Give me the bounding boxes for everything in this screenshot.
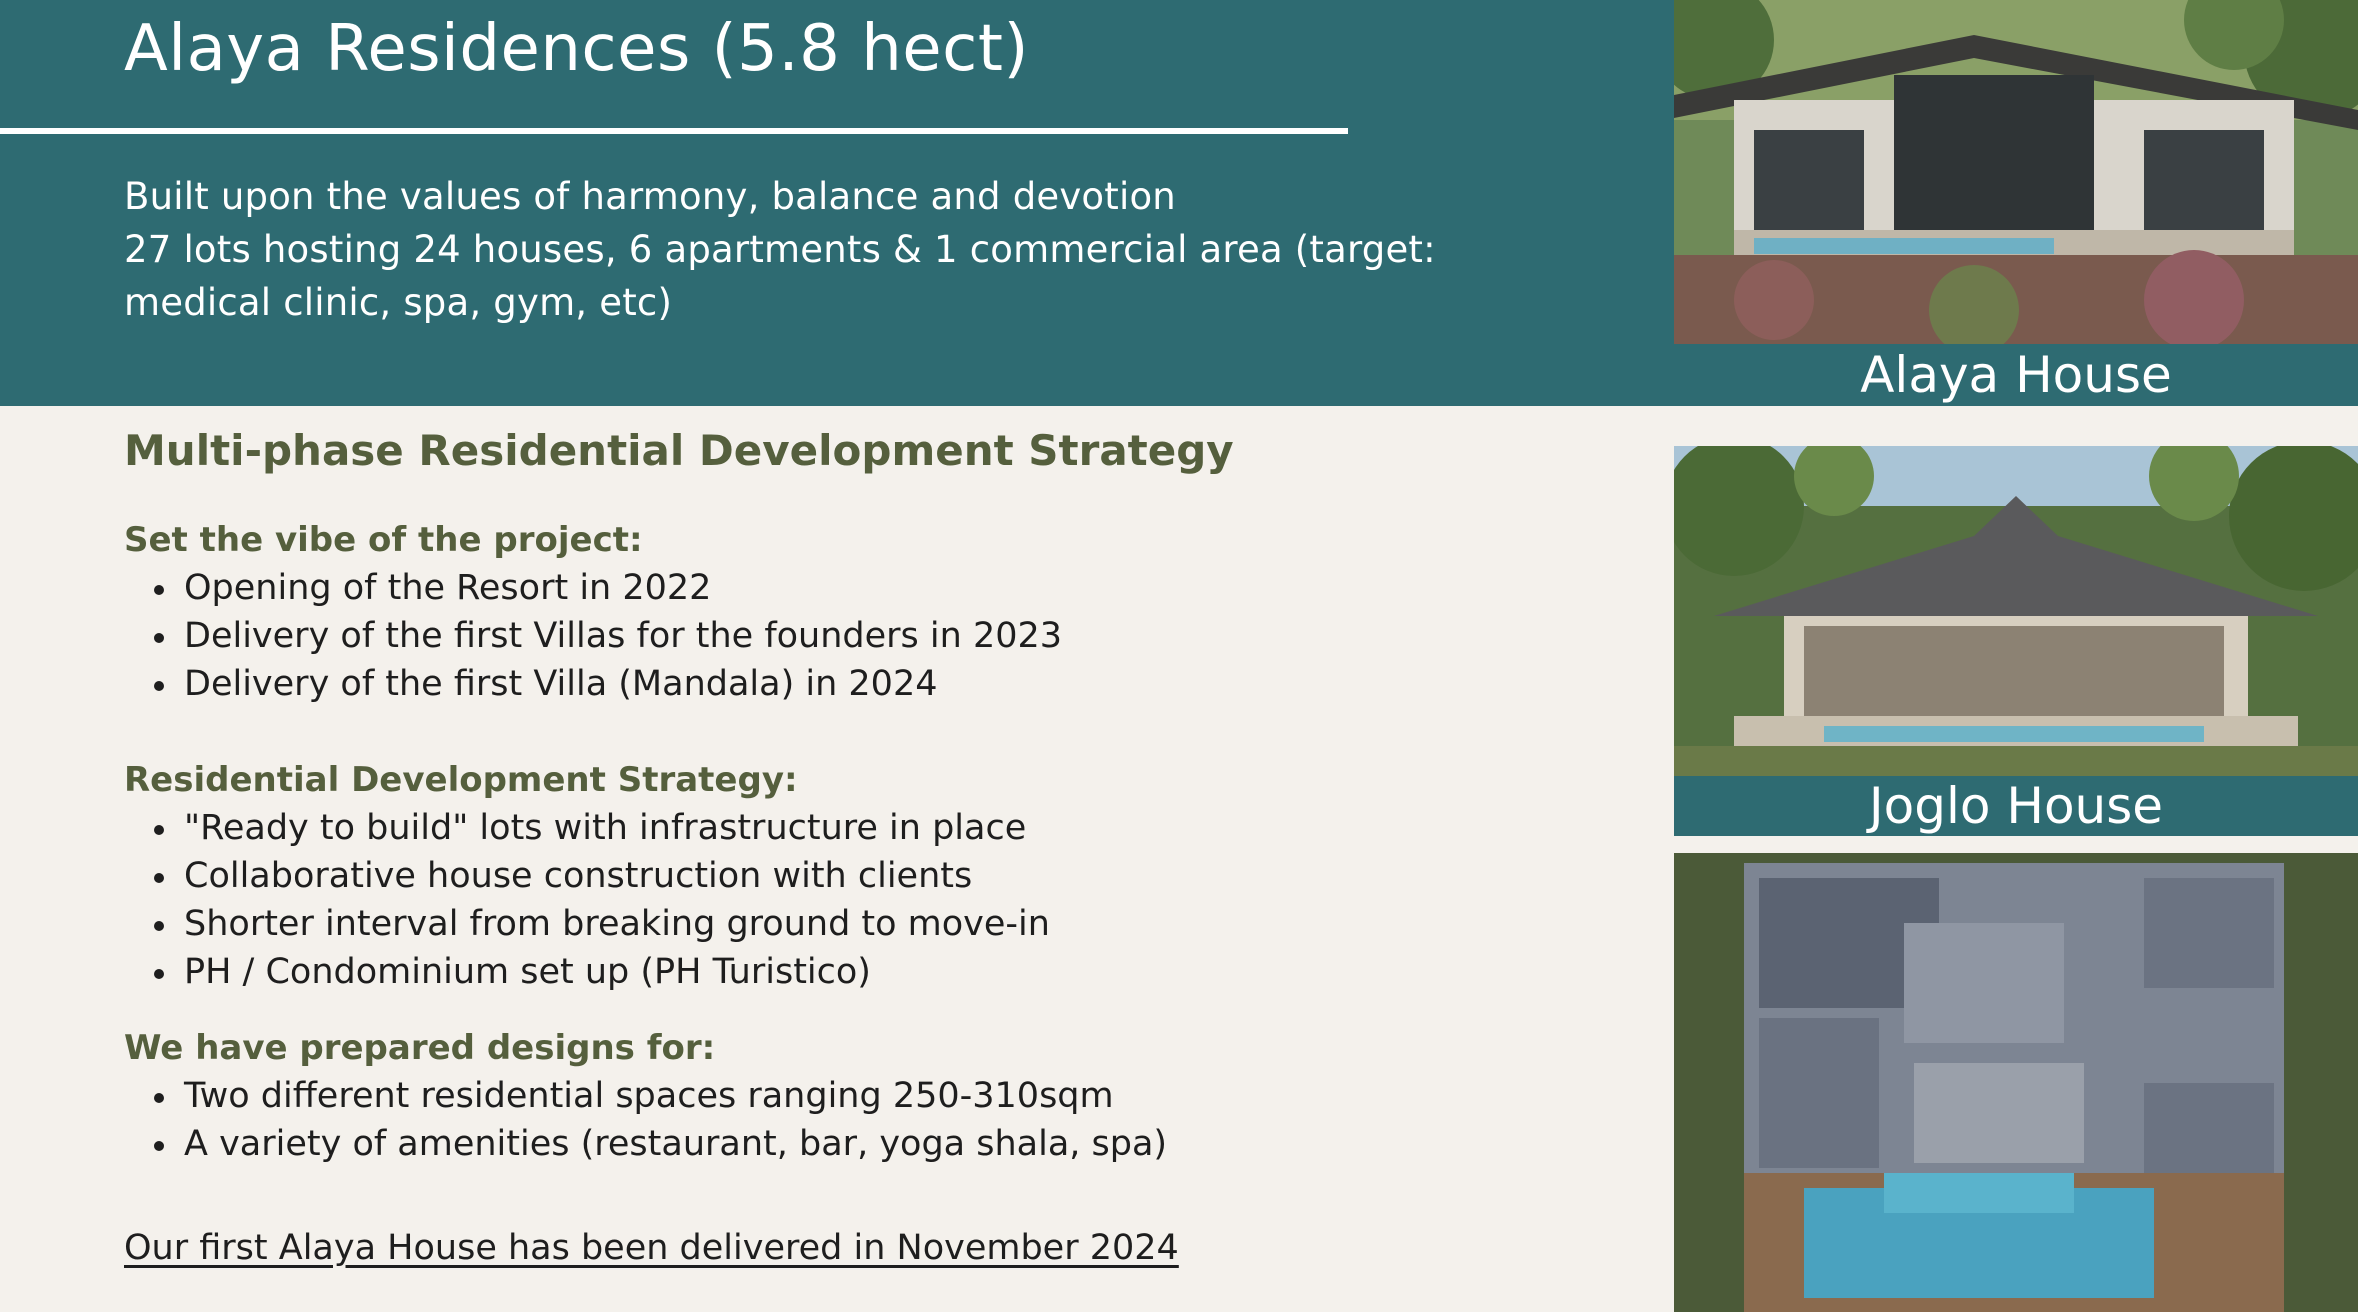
list-item: Opening of the Resort in 2022: [124, 564, 1062, 612]
joglo-house-caption: Joglo House: [1674, 776, 2358, 836]
list-item: Two different residential spaces ranging…: [124, 1072, 1167, 1120]
group-heading: Residential Development Strategy:: [124, 760, 798, 800]
group-vibe: Set the vibe of the project: Opening of …: [124, 516, 1062, 708]
list-item: "Ready to build" lots with infrastructur…: [124, 804, 1050, 852]
delivery-note: Our first Alaya House has been delivered…: [124, 1228, 1179, 1268]
list-item: Shorter interval from breaking ground to…: [124, 900, 1050, 948]
bullet-list: "Ready to build" lots with infrastructur…: [124, 804, 1050, 996]
intro-line: Built upon the values of harmony, balanc…: [124, 175, 1176, 218]
list-item: PH / Condominium set up (PH Turistico): [124, 948, 1050, 996]
alaya-house-photo: [1674, 0, 2358, 344]
list-item: A variety of amenities (restaurant, bar,…: [124, 1120, 1167, 1168]
header-band: Alaya Residences (5.8 hect) Built upon t…: [0, 0, 1674, 406]
title-divider: [0, 128, 1348, 134]
section-title: Multi-phase Residential Development Stra…: [124, 426, 1234, 475]
list-item: Collaborative house construction with cl…: [124, 852, 1050, 900]
intro-line: 27 lots hosting 24 houses, 6 apartments …: [124, 228, 1436, 324]
group-designs: We have prepared designs for: Two differ…: [124, 1024, 1167, 1168]
group-heading: We have prepared designs for:: [124, 1028, 716, 1068]
list-item: Delivery of the first Villa (Mandala) in…: [124, 660, 1062, 708]
floor-plan-render: [1674, 853, 2358, 1312]
list-item: Delivery of the first Villas for the fou…: [124, 612, 1062, 660]
bullet-list: Two different residential spaces ranging…: [124, 1072, 1167, 1168]
group-heading: Set the vibe of the project:: [124, 520, 643, 560]
intro-text: Built upon the values of harmony, balanc…: [124, 170, 1524, 329]
bullet-list: Opening of the Resort in 2022 Delivery o…: [124, 564, 1062, 708]
alaya-house-caption: Alaya House: [1674, 344, 2358, 406]
joglo-house-photo: [1674, 446, 2358, 776]
page-title: Alaya Residences (5.8 hect): [124, 12, 1029, 86]
group-strategy: Residential Development Strategy: "Ready…: [124, 756, 1050, 996]
